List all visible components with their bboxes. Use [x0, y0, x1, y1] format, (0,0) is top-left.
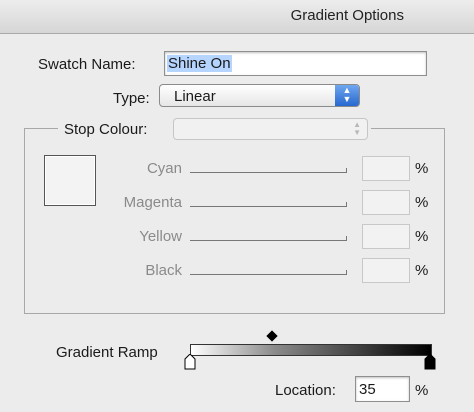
gradient-ramp-bar[interactable] [190, 344, 432, 356]
black-slider[interactable] [190, 274, 347, 275]
magenta-slider[interactable] [190, 206, 347, 207]
gradient-ramp-label: Gradient Ramp [56, 344, 158, 361]
color-stop-white-icon[interactable] [184, 354, 196, 370]
magenta-percent: % [415, 194, 429, 211]
location-input[interactable]: 35 [355, 376, 410, 402]
stop-colour-dropdown[interactable]: ▲ ▼ [173, 118, 368, 140]
swatch-name-input[interactable]: Shine On [164, 51, 427, 76]
cyan-slider[interactable] [190, 172, 347, 173]
black-percent: % [415, 262, 429, 279]
cyan-slider-tick [346, 168, 347, 173]
location-value: 35 [359, 381, 376, 398]
yellow-percent: % [415, 228, 429, 245]
yellow-label: Yellow [139, 228, 182, 245]
cyan-label: Cyan [146, 160, 182, 177]
location-label: Location: [275, 382, 336, 399]
midpoint-diamond-icon[interactable] [266, 330, 278, 342]
magenta-label: Magenta [123, 194, 182, 211]
cyan-percent: % [415, 160, 429, 177]
type-label: Type: [113, 90, 150, 107]
stop-colour-label: Stop Colour: [62, 121, 150, 138]
stop-colour-swatch[interactable] [44, 155, 96, 206]
magenta-slider-tick [346, 202, 347, 207]
dropdown-arrows-icon: ▲ ▼ [353, 120, 361, 137]
dialog-title: Gradient Options [290, 7, 404, 24]
dropdown-arrows-icon: ▲ ▼ [335, 85, 359, 106]
black-label: Black [145, 262, 182, 279]
cyan-input[interactable] [362, 156, 410, 181]
location-percent: % [415, 382, 429, 399]
type-dropdown[interactable]: Linear ▲ ▼ [159, 84, 360, 107]
color-stop-black-icon[interactable] [424, 354, 436, 370]
black-slider-tick [346, 270, 347, 275]
swatch-name-label: Swatch Name: [38, 56, 136, 73]
type-dropdown-value: Linear [174, 88, 216, 105]
yellow-input[interactable] [362, 224, 410, 249]
black-input[interactable] [362, 258, 410, 283]
yellow-slider-tick [346, 236, 347, 241]
swatch-name-value: Shine On [167, 55, 232, 72]
yellow-slider[interactable] [190, 240, 347, 241]
magenta-input[interactable] [362, 190, 410, 215]
